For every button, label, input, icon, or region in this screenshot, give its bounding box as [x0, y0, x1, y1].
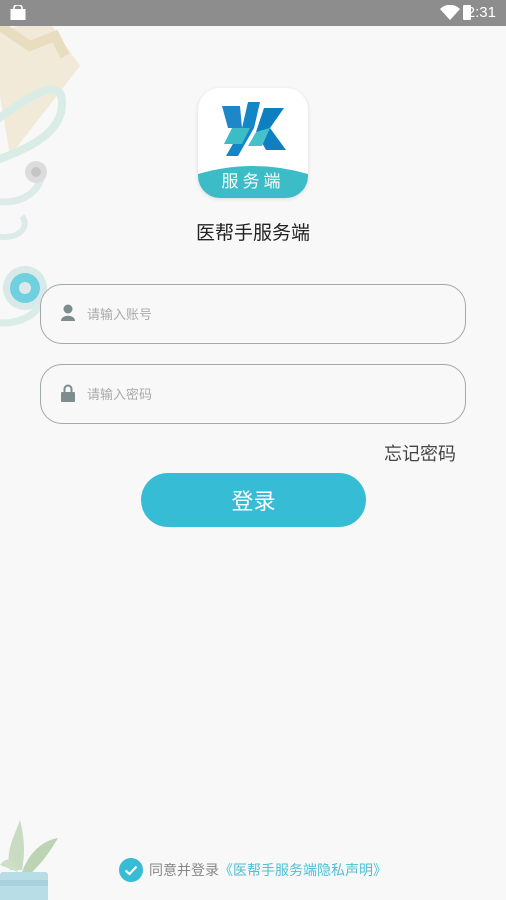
forgot-password-link[interactable]: 忘记密码: [384, 440, 456, 466]
agreement-text: 同意并登录: [149, 863, 219, 879]
account-input[interactable]: [85, 285, 449, 345]
logo-band-text: 服务端: [221, 172, 285, 192]
wifi-icon: [440, 5, 460, 20]
plant-illustration: [0, 820, 58, 900]
user-icon: [61, 304, 75, 321]
lock-icon: [61, 384, 75, 402]
check-circle-icon[interactable]: [119, 858, 143, 882]
account-field[interactable]: [40, 284, 466, 345]
app-logo: 服务端: [198, 88, 308, 198]
app-name: 医帮手服务端: [195, 222, 310, 244]
privacy-policy-link[interactable]: 《医帮手服务端隐私声明》: [219, 863, 387, 879]
shopping-bag-icon: [10, 5, 26, 20]
status-bar: 2:31: [0, 0, 506, 26]
app-logo-mark-icon: [222, 102, 286, 156]
agreement-row: 同意并登录《医帮手服务端隐私声明》: [0, 858, 506, 882]
login-button[interactable]: 登录: [141, 473, 366, 527]
password-input[interactable]: [85, 365, 449, 425]
password-field[interactable]: [40, 364, 466, 425]
status-time: 2:31: [466, 4, 496, 21]
